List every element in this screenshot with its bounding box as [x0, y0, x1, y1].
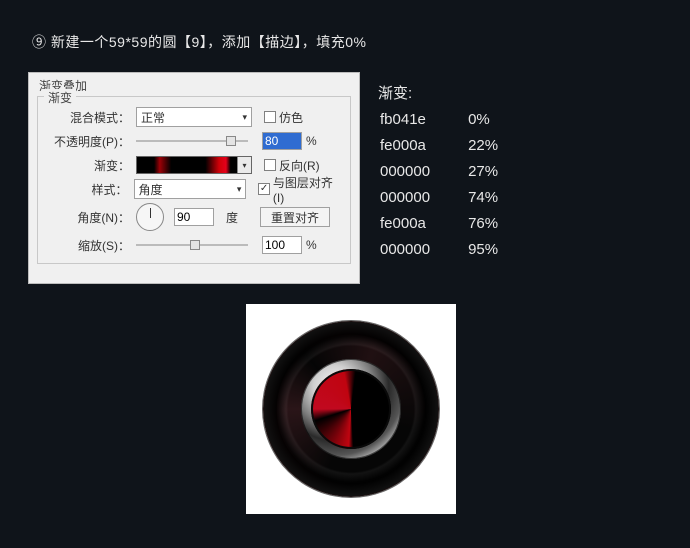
opacity-input[interactable]: [262, 132, 302, 150]
gradient-stop-row: fe000a22%: [380, 134, 534, 158]
lens-ring: [263, 321, 439, 497]
style-select[interactable]: 角度 ▾: [134, 179, 247, 199]
gradient-stop-row: 00000074%: [380, 186, 534, 210]
angle-label: 角度(N)：: [46, 209, 132, 226]
opacity-label: 不透明度(P)：: [46, 133, 132, 150]
result-preview: [246, 304, 456, 514]
gradient-overlay-dialog: 渐变叠加 渐变 混合模式： 正常 ▾ 仿色 不透明度(P)： %: [28, 72, 360, 284]
gradient-stop-row: fe000a76%: [380, 212, 534, 236]
blend-mode-label: 混合模式：: [46, 109, 132, 126]
reverse-label: 反向(R): [279, 157, 320, 174]
gradient-stop-row: 00000027%: [380, 160, 534, 184]
align-checkbox[interactable]: ✓ 与图层对齐(I): [258, 174, 342, 205]
checkbox-icon: [264, 159, 276, 171]
percent-label: %: [306, 238, 317, 252]
dialog-title: 渐变叠加: [29, 73, 359, 96]
gradient-swatch[interactable]: ▾: [136, 156, 252, 174]
group-label: 渐变: [44, 89, 76, 106]
angle-unit: 度: [226, 209, 238, 226]
dither-checkbox[interactable]: 仿色: [264, 109, 303, 126]
style-label: 样式：: [46, 181, 130, 198]
scale-label: 缩放(S)：: [46, 237, 132, 254]
checkbox-icon: ✓: [258, 183, 270, 195]
gradient-stops-info: 渐变: fb041e0%fe000a22%00000027%00000074%f…: [378, 82, 536, 264]
step-title: ⑨ 新建一个59*59的圆【9】，添加【描边】，填充0%: [32, 32, 367, 52]
gradient-stop-row: fb041e0%: [380, 108, 534, 132]
gradient-stops-table: fb041e0%fe000a22%00000027%00000074%fe000…: [378, 106, 536, 264]
gradient-group: 渐变 混合模式： 正常 ▾ 仿色 不透明度(P)： %: [37, 96, 351, 264]
angle-input[interactable]: [174, 208, 214, 226]
align-label: 与图层对齐(I): [273, 174, 342, 205]
checkbox-icon: [264, 111, 276, 123]
chevron-down-icon: ▾: [242, 112, 247, 123]
blend-mode-select[interactable]: 正常 ▾: [136, 107, 252, 127]
scale-input[interactable]: [262, 236, 302, 254]
blend-mode-value: 正常: [141, 109, 165, 126]
reverse-checkbox[interactable]: 反向(R): [264, 157, 320, 174]
gradient-label: 渐变：: [46, 157, 132, 174]
reset-alignment-button[interactable]: 重置对齐: [260, 207, 330, 227]
dither-label: 仿色: [279, 109, 303, 126]
scale-slider[interactable]: [136, 239, 248, 251]
chevron-down-icon: ▾: [237, 157, 251, 173]
chevron-down-icon: ▾: [237, 184, 242, 195]
gradient-info-heading: 渐变:: [378, 82, 536, 106]
gradient-stop-row: 00000095%: [380, 238, 534, 262]
angle-dial[interactable]: [136, 203, 164, 231]
percent-label: %: [306, 134, 317, 148]
style-value: 角度: [139, 181, 163, 198]
opacity-slider[interactable]: [136, 135, 248, 147]
